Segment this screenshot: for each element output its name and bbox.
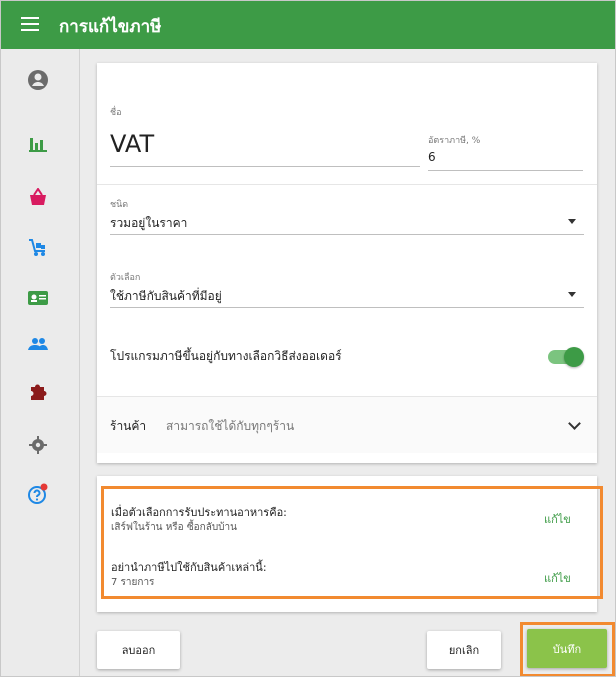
- basket-icon[interactable]: [26, 185, 50, 209]
- store-row[interactable]: ร้านค้า สามารถใช้ได้กับทุกๆร้าน: [97, 397, 597, 453]
- tax-type-label: ชนิด: [110, 200, 129, 210]
- cart-loading-icon[interactable]: [26, 236, 50, 260]
- tax-name-value[interactable]: VAT: [110, 130, 154, 158]
- tax-option-label: ตัวเลือก: [110, 273, 141, 283]
- menu-icon[interactable]: [21, 17, 41, 33]
- page-title: การแก้ไขภาษี: [59, 17, 162, 37]
- dropdown-arrow-icon[interactable]: [568, 219, 576, 224]
- sidebar: [1, 49, 80, 676]
- tax-rate-value[interactable]: 6: [428, 150, 436, 164]
- tax-rate-label: อัตราภาษี, %: [428, 136, 481, 146]
- tax-option-value: ใช้ภาษีกับสินค้าที่มีอยู่: [110, 289, 222, 303]
- tax-option-underline: [110, 307, 584, 308]
- store-label: ร้านค้า: [110, 419, 147, 433]
- tax-type-select[interactable]: ชนิด รวมอยู่ในราคา: [110, 197, 584, 235]
- id-card-icon[interactable]: [26, 286, 50, 310]
- tax-form-card: ชื่อ VAT อัตราภาษี, % 6 ชนิด รวมอยู่ในรา…: [97, 63, 597, 463]
- save-button[interactable]: บันทึก: [527, 629, 607, 668]
- tax-type-underline: [110, 234, 584, 235]
- gear-icon[interactable]: [26, 433, 50, 457]
- tax-option-select[interactable]: ตัวเลือก ใช้ภาษีกับสินค้าที่มีอยู่: [110, 270, 584, 308]
- dropdown-arrow-icon[interactable]: [568, 292, 576, 297]
- store-value: สามารถใช้ได้กับทุกๆร้าน: [166, 419, 295, 433]
- cancel-button[interactable]: ยกเลิก: [427, 631, 501, 669]
- puzzle-icon[interactable]: [26, 379, 50, 403]
- tax-type-value: รวมอยู่ในราคา: [110, 216, 188, 230]
- bar-chart-icon[interactable]: [26, 132, 50, 156]
- tax-name-label: ชื่อ: [110, 108, 122, 118]
- order-type-toggle-label: โปรแกรมภาษีขึ้นอยู่กับทางเลือกวิธีส่งออเ…: [110, 349, 342, 363]
- app-frame: การแก้ไขภาษี ชื่อ VAT อัตราภาษี, % 6 ชนิ…: [0, 0, 616, 677]
- delete-button[interactable]: ลบออก: [97, 631, 180, 669]
- app-bar: การแก้ไขภาษี: [1, 1, 615, 49]
- people-icon[interactable]: [26, 332, 50, 356]
- account-icon[interactable]: [26, 68, 50, 92]
- chevron-down-icon[interactable]: [568, 417, 581, 430]
- order-type-toggle[interactable]: [548, 347, 584, 367]
- tax-rate-underline: [428, 170, 583, 171]
- conditions-highlight: [101, 486, 603, 599]
- tax-name-underline: [110, 166, 420, 167]
- help-icon[interactable]: [26, 482, 50, 506]
- tax-rate-field[interactable]: อัตราภาษี, % 6: [428, 133, 583, 171]
- name-rate-row: ชื่อ VAT อัตราภาษี, % 6: [97, 63, 597, 185]
- toggle-knob: [564, 347, 584, 367]
